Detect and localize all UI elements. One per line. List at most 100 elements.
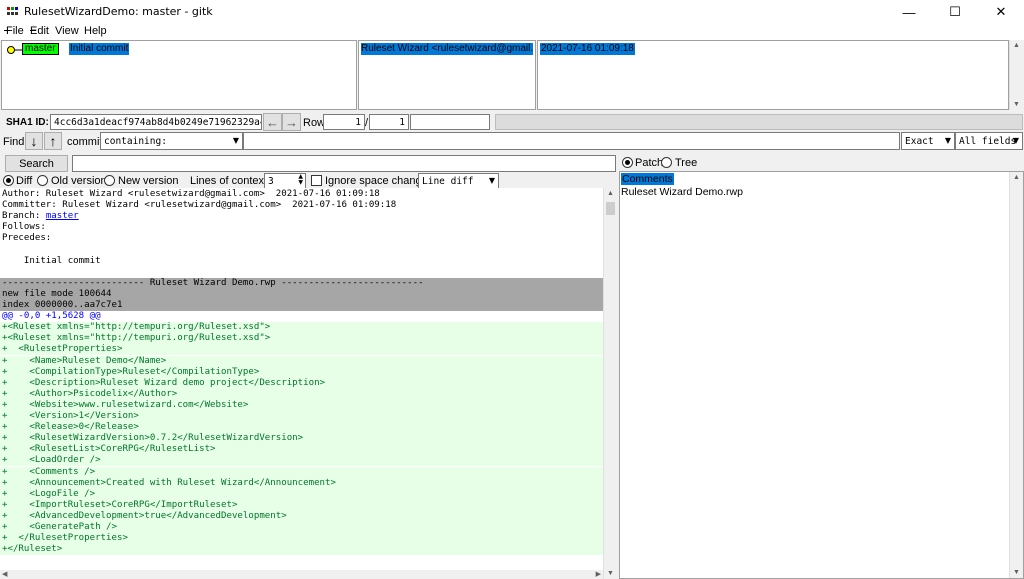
file-list-item[interactable]: Ruleset Wizard Demo.rwp [621, 186, 743, 198]
diff-line [0, 245, 603, 256]
chevron-down-icon: ▼ [1012, 136, 1019, 145]
close-button[interactable]: ✕ [978, 0, 1024, 24]
menu-edit[interactable]: Edit [30, 25, 49, 37]
scroll-down-icon[interactable]: ▼ [1010, 569, 1023, 576]
forward-arrow-icon[interactable]: → [282, 113, 301, 131]
patch-radio[interactable] [622, 157, 633, 168]
scroll-thumb[interactable] [606, 202, 615, 215]
sha1-input[interactable]: 4cc6d3a1deacf974ab8d4b0249e71962329a45fb [50, 114, 262, 130]
diff-line: Committer: Ruleset Wizard <rulesetwizard… [2, 200, 397, 211]
scroll-left-icon[interactable]: ◀ [2, 570, 7, 578]
diff-line: + <Description>Ruleset Wizard demo proje… [0, 377, 603, 389]
diff-line: + <Name>Ruleset Demo</Name> [0, 355, 603, 367]
commit-date[interactable]: 2021-07-16 01:09:18 [540, 43, 635, 55]
commit-message[interactable]: Initial commit [69, 43, 130, 55]
lines-of-context-label: Lines of context: [190, 175, 271, 187]
new-version-radio[interactable] [104, 175, 115, 186]
diff-mode-select[interactable]: Line diff ▼ [418, 173, 499, 189]
diff-line: + <GeneratePath /> [0, 522, 603, 534]
branch-tag-master[interactable]: master [22, 43, 59, 55]
new-version-label: New version [118, 175, 179, 187]
diff-line: + <Version>1</Version> [0, 411, 603, 423]
diff-line: Branch: master [0, 211, 603, 222]
minimize-button[interactable]: — [886, 0, 932, 24]
tree-label: Tree [675, 157, 698, 169]
menu-help[interactable]: Help [84, 25, 107, 37]
menu-view[interactable]: View [55, 25, 79, 37]
diff-mode-value: Line diff [422, 176, 474, 187]
tree-radio[interactable] [661, 157, 672, 168]
commit-list-scrollbar[interactable]: ▲ ▼ [1009, 40, 1023, 110]
commit-node-icon [7, 46, 22, 54]
diff-line: + <Announcement>Created with Ruleset Wiz… [0, 477, 603, 489]
scroll-right-icon[interactable]: ▶ [596, 570, 601, 578]
old-version-radio[interactable] [37, 175, 48, 186]
diff-radio[interactable] [3, 175, 14, 186]
diff-line: Follows: [2, 222, 46, 233]
diff-scrollbar[interactable]: ▲ ▼ [603, 188, 617, 579]
file-list-scrollbar[interactable]: ▲ ▼ [1009, 172, 1023, 578]
diff-line: + <AdvancedDevelopment>true</AdvancedDev… [0, 510, 603, 522]
scroll-up-icon[interactable]: ▲ [1010, 174, 1023, 181]
find-mode-select[interactable]: containing: ▼ [100, 132, 243, 150]
scroll-down-icon[interactable]: ▼ [604, 570, 617, 577]
diff-line: + </RulesetProperties> [0, 533, 603, 545]
diff-line: + <LoadOrder /> [0, 455, 603, 467]
row-label: Row [303, 117, 326, 129]
commit-author-pane[interactable]: Ruleset Wizard <rulesetwizard@gmail.com> [358, 40, 536, 110]
scroll-down-icon[interactable]: ▼ [1010, 101, 1023, 108]
find-commit-label: commit [67, 136, 103, 148]
branch-link[interactable]: master [46, 211, 79, 221]
find-down-icon[interactable]: ↓ [25, 132, 43, 150]
commit-author[interactable]: Ruleset Wizard <rulesetwizard@gmail.com> [361, 43, 533, 55]
file-list-pane[interactable]: Comments Ruleset Wizard Demo.rwp ▲ ▼ [619, 171, 1024, 579]
diff-hscrollbar[interactable]: ◀ ▶ [0, 570, 603, 579]
scroll-up-icon[interactable]: ▲ [1010, 42, 1023, 49]
ignore-space-checkbox[interactable] [311, 175, 322, 186]
diff-text-pane[interactable]: Author: Ruleset Wizard <rulesetwizard@gm… [0, 188, 603, 570]
context-value: 3 [268, 176, 274, 187]
diff-line: + <Comments /> [0, 466, 603, 478]
diff-line: new file mode 100644 [0, 288, 603, 300]
scroll-up-icon[interactable]: ▲ [604, 190, 617, 197]
file-list-comments[interactable]: Comments [621, 173, 674, 185]
find-input[interactable] [243, 132, 900, 150]
find-fields-select[interactable]: All fields ▼ [955, 132, 1023, 150]
back-arrow-icon[interactable]: ← [263, 113, 282, 131]
chevron-down-icon: ▼ [488, 176, 495, 185]
row-total: 1 [369, 114, 409, 130]
diff-line: +</Ruleset> [0, 544, 603, 556]
context-spinbox[interactable]: 3 ▲ ▼ [264, 173, 306, 189]
diff-line: + <LogoFile /> [0, 488, 603, 500]
search-button[interactable]: Search [5, 155, 68, 172]
diff-line: +<Ruleset xmlns="http://tempuri.org/Rule… [0, 333, 603, 345]
menu-file[interactable]: File [6, 25, 24, 37]
diff-line: + <RulesetWizardVersion>0.7.2</RulesetWi… [0, 433, 603, 445]
sha1-label: SHA1 ID: [6, 117, 49, 128]
find-mode-value: containing: [104, 136, 167, 147]
row-number: 1 [323, 114, 365, 130]
diff-line: +<Ruleset xmlns="http://tempuri.org/Rule… [0, 322, 603, 334]
diff-line: @@ -0,0 +1,5628 @@ [2, 311, 101, 322]
diff-line: + <CompilationType>Ruleset</CompilationT… [0, 366, 603, 378]
diff-line: + <RulesetProperties> [0, 344, 603, 356]
find-match-select[interactable]: Exact ▼ [901, 132, 955, 150]
diff-line: + <RulesetList>CoreRPG</RulesetList> [0, 444, 603, 456]
find-up-icon[interactable]: ↑ [44, 132, 62, 150]
old-version-label: Old version [51, 175, 107, 187]
window-title: RulesetWizardDemo: master - gitk [24, 5, 213, 18]
spin-arrows-icon[interactable]: ▲ ▼ [298, 174, 303, 186]
chevron-down-icon: ▼ [232, 136, 239, 145]
diff-line: Initial commit [2, 255, 101, 266]
find-match-value: Exact [905, 136, 934, 147]
diff-line: + <ImportRuleset>CoreRPG</ImportRuleset> [0, 499, 603, 511]
commit-date-pane[interactable]: 2021-07-16 01:09:18 [537, 40, 1009, 110]
chevron-down-icon: ▼ [944, 136, 951, 145]
search-input[interactable] [72, 155, 616, 172]
status-bar [495, 114, 1023, 130]
diff-line: -------------------------- Ruleset Wizar… [0, 277, 603, 289]
find-fields-value: All fields [959, 136, 1017, 147]
commit-graph-pane[interactable]: master Initial commit [1, 40, 357, 110]
maximize-button[interactable]: ☐ [932, 0, 978, 24]
diff-line [0, 267, 603, 278]
